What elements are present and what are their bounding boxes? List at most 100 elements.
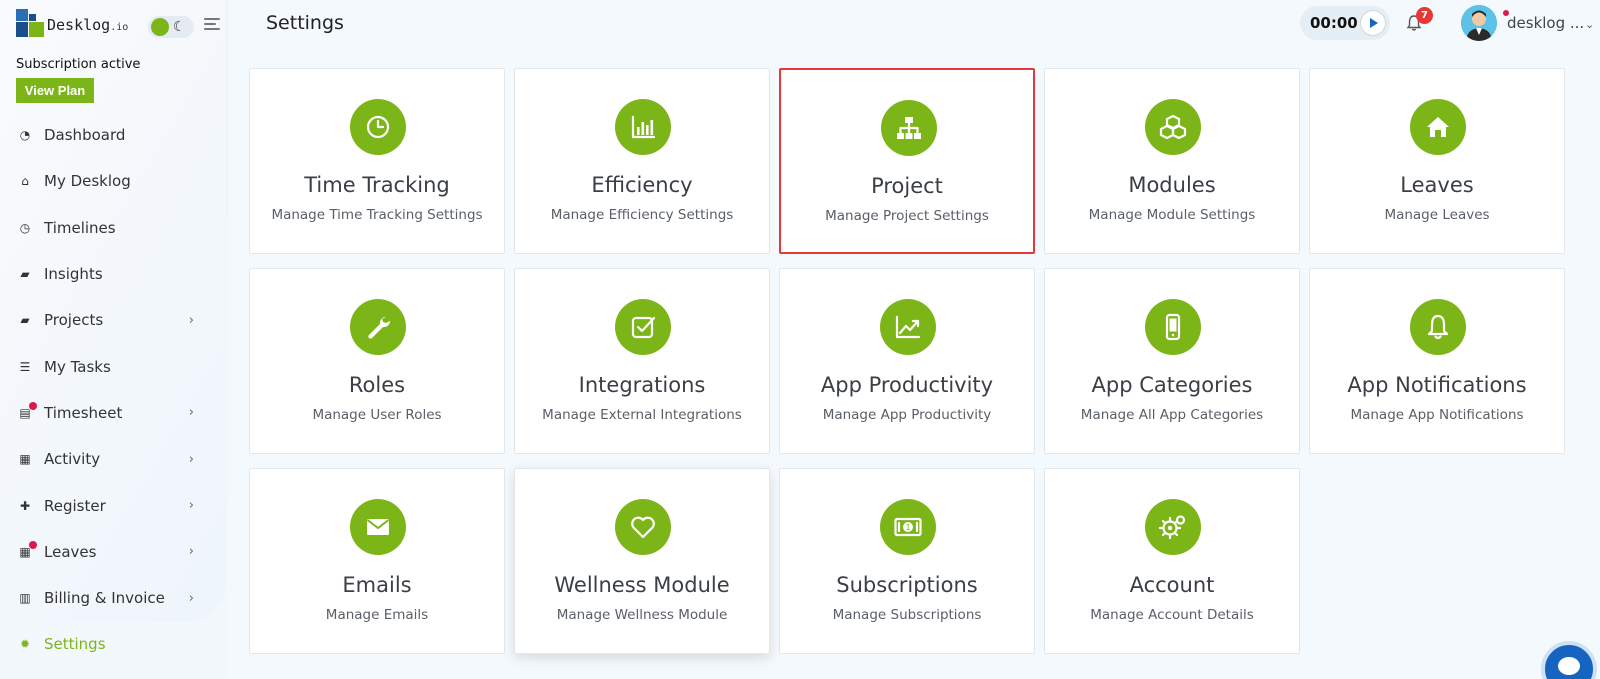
timer-widget: 00:00 [1300,6,1390,40]
user-avatar-icon [1461,5,1497,41]
timer-value: 00:00 [1310,14,1358,32]
card-description: Manage App Productivity [822,407,992,423]
sidebar-item-billing-invoice[interactable]: ▥ Billing & Invoice › [0,575,226,621]
card-icon-circle [615,299,671,355]
sidebar-item-label: My Desklog [44,172,131,191]
alert-dot [29,540,37,549]
avatar[interactable] [1461,5,1497,41]
sidebar-item-label: Billing & Invoice [44,589,165,608]
sidebar-item-dashboard[interactable]: ◔ Dashboard [0,112,226,158]
card-icon-circle [1410,299,1466,355]
sidebar-item-settings[interactable]: ✹ Settings [0,621,226,667]
settings-card-app-productivity[interactable]: App Productivity Manage App Productivity [779,268,1035,454]
card-description: Manage Time Tracking Settings [271,207,483,223]
check-square-icon [631,316,656,339]
settings-card-time-tracking[interactable]: Time Tracking Manage Time Tracking Settin… [249,68,505,254]
sidebar-item-timelines[interactable]: ◷ Timelines [0,205,226,251]
card-title: Integrations [578,373,706,397]
card-description: Manage Leaves [1384,207,1490,223]
tasks-icon: ☰ [19,359,31,374]
card-title: Emails [342,573,412,597]
invoice-icon: ▥ [19,591,31,606]
card-icon-circle [615,99,671,155]
settings-card-roles[interactable]: Roles Manage User Roles [249,268,505,454]
card-title: Subscriptions [836,573,978,597]
clock-icon [366,115,390,139]
logo-mark-icon [16,9,44,37]
gear-icon: ✹ [19,637,31,652]
bar-chart-icon [631,115,656,139]
card-icon-circle [350,499,406,555]
card-icon-circle [1145,299,1201,355]
card-title: App Notifications [1347,373,1527,397]
play-icon [1370,18,1378,28]
card-title: Leaves [1400,173,1474,197]
sidebar-item-projects[interactable]: ▰ Projects › [0,297,226,343]
sidebar-item-timesheet[interactable]: ▤ Timesheet › [0,390,226,436]
envelope-icon [366,519,390,535]
sidebar-item-label: Activity [44,450,101,469]
sidebar-item-label: My Tasks [44,357,111,376]
sitemap-icon [897,117,921,139]
chevron-right-icon: › [188,544,194,560]
settings-card-modules[interactable]: Modules Manage Module Settings [1044,68,1300,254]
light-mode-icon [151,18,169,36]
play-button[interactable] [1360,10,1386,36]
sidebar-item-register[interactable]: ✚ Register › [0,482,226,528]
heart-icon [631,516,655,539]
sidebar-item-label: Projects [44,311,104,330]
settings-card-app-notifications[interactable]: App Notifications Manage App Notification… [1309,268,1565,454]
card-description: Manage Emails [325,607,429,623]
chevron-down-icon[interactable]: ⌄ [1585,18,1594,31]
sidebar-item-insights[interactable]: ▰ Insights [0,251,226,297]
theme-toggle[interactable]: ☾ [148,16,194,38]
sidebar-item-activity[interactable]: ▦ Activity › [0,436,226,482]
settings-card-wellness-module[interactable]: Wellness Module Manage Wellness Module [514,468,770,654]
card-title: Project [871,174,943,198]
sidebar-item-leaves[interactable]: ▦ Leaves › [0,529,226,575]
card-title: App Productivity [820,373,994,397]
settings-card-efficiency[interactable]: Efficiency Manage Efficiency Settings [514,68,770,254]
card-icon-circle [350,299,406,355]
book-icon: ▰ [20,267,30,282]
view-plan-button[interactable]: View Plan [16,78,94,103]
card-icon-circle [615,499,671,555]
chevron-right-icon: › [188,312,194,328]
sidebar-item-label: Leaves [44,542,97,561]
app-logo[interactable]: Desklog.io [16,9,128,37]
subscription-status: Subscription active [16,57,141,72]
grid-icon: ▦ [19,452,31,467]
menu-toggle-icon[interactable] [204,18,220,32]
settings-card-emails[interactable]: Emails Manage Emails [249,468,505,654]
card-icon-circle [880,299,936,355]
sidebar-item-my-tasks[interactable]: ☰ My Tasks [0,343,226,389]
svg-text:1: 1 [905,523,910,532]
user-name[interactable]: desklog ... [1507,14,1584,32]
sidebar: Desklog.io ☾ Subscription active View Pl… [0,0,228,679]
card-icon-circle [881,100,937,156]
card-icon-circle [1145,499,1201,555]
alert-dot [29,401,37,410]
settings-card-leaves[interactable]: Leaves Manage Leaves [1309,68,1565,254]
chat-support-button[interactable] [1541,641,1597,679]
settings-card-subscriptions[interactable]: 1 Subscriptions Manage Subscriptions [779,468,1035,654]
money-icon: 1 [894,517,922,537]
sidebar-nav: ◔ Dashboard ⌂ My Desklog ◷ Timelines ▰ Insights… [0,112,226,668]
card-description: Manage Project Settings [825,208,989,224]
card-description: Manage Module Settings [1088,207,1256,223]
settings-card-project[interactable]: Project Manage Project Settings [779,68,1035,254]
line-chart-icon [895,315,921,339]
card-title: Time Tracking [304,173,450,197]
card-title: Account [1129,573,1215,597]
chevron-right-icon: › [188,451,194,467]
sidebar-item-my-desklog[interactable]: ⌂ My Desklog [0,158,226,204]
settings-card-app-categories[interactable]: App Categories Manage All App Categories [1044,268,1300,454]
bell-icon [1427,314,1449,340]
settings-card-account[interactable]: Account Manage Account Details [1044,468,1300,654]
card-icon-circle [1410,99,1466,155]
card-description: Manage User Roles [312,407,442,423]
sidebar-item-label: Timelines [44,218,116,237]
card-description: Manage Wellness Module [556,607,728,623]
settings-card-integrations[interactable]: Integrations Manage External Integrations [514,268,770,454]
chevron-right-icon: › [188,590,194,606]
